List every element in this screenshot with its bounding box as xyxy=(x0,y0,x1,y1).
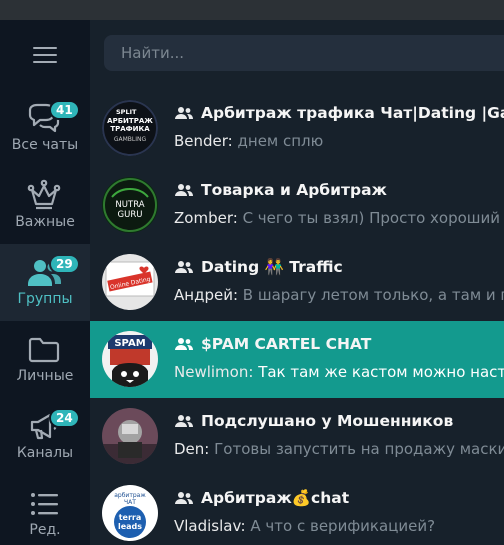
chat-preview: Bender: днем сплю xyxy=(174,132,504,150)
message-text: Готовы запустить на продажу маски, если xyxy=(214,440,504,458)
avatar-text: ТРАФИКА xyxy=(110,125,150,133)
folder-label: Ред. xyxy=(29,522,61,538)
folder-personal[interactable]: Личные xyxy=(0,321,90,398)
chat-title: Арбитраж💰chat xyxy=(201,489,350,507)
chat-avatar: арбитраж ЧАТ terra leads xyxy=(102,485,158,541)
chat-avatar: SPAM xyxy=(102,331,158,387)
chat-avatar xyxy=(102,408,158,464)
folder-groups[interactable]: 29 Группы xyxy=(0,244,90,321)
folder-channels[interactable]: 24 Каналы xyxy=(0,398,90,475)
chat-row[interactable]: Подслушано у Мошенников Den: Готовы запу… xyxy=(90,398,504,475)
folder-important[interactable]: Важные xyxy=(0,167,90,244)
chat-title-row: Товарка и Арбитраж xyxy=(174,179,504,201)
chat-row[interactable]: арбитраж ЧАТ terra leads Арбитраж💰chat V… xyxy=(90,475,504,545)
chat-title: Dating 👫 Traffic xyxy=(201,258,343,276)
chat-title: $PAM CARTEL CHAT xyxy=(201,335,372,353)
chat-title-row: Подслушано у Мошенников xyxy=(174,410,504,432)
chat-title-row: Арбитраж трафика Чат|Dating |Gambling xyxy=(174,102,504,124)
folder-label: Все чаты xyxy=(11,137,79,153)
message-text: Так там же кастом можно настроить xyxy=(258,363,504,381)
chat-preview: Vladislav: А что с верификацией? xyxy=(174,517,504,535)
group-icon xyxy=(175,338,193,350)
avatar-text: ЧАТ xyxy=(124,499,136,506)
folder-edit[interactable]: Ред. xyxy=(0,475,90,545)
search-input[interactable] xyxy=(104,35,504,71)
chat-title: Арбитраж трафика Чат|Dating |Gambling xyxy=(201,104,504,122)
avatar-text: leads xyxy=(118,522,142,531)
chat-row[interactable]: SPLIT АРБИТРАЖ ТРАФИКА GAMBLING Арбитраж… xyxy=(90,90,504,167)
avatar-text: SPAM xyxy=(114,338,145,349)
chat-row-selected[interactable]: SPAM $PAM CARTEL CHAT Newlimon: Так там … xyxy=(90,321,504,398)
avatar-text: GAMBLING xyxy=(114,136,147,143)
chat-title-row: Dating 👫 Traffic xyxy=(174,256,504,278)
avatar-text: АРБИТРАЖ xyxy=(107,117,153,125)
crown-icon xyxy=(24,177,64,215)
group-icon xyxy=(175,415,193,427)
unread-badge: 24 xyxy=(49,408,80,428)
avatar-text: NUTRA xyxy=(115,200,144,210)
group-icon xyxy=(175,184,193,196)
folder-all-chats[interactable]: 41 Все чаты xyxy=(0,90,90,167)
message-text: С чего ты взял) Просто хороший оффер xyxy=(242,209,504,227)
unread-badge: 41 xyxy=(49,100,80,120)
message-sender: Zomber: xyxy=(174,209,238,227)
message-text: В шарагу летом только, а там и гараж xyxy=(242,286,504,304)
chat-list-panel: SPLIT АРБИТРАЖ ТРАФИКА GAMBLING Арбитраж… xyxy=(90,20,504,545)
avatar-text: SPLIT xyxy=(116,108,137,116)
window-top-strip xyxy=(0,0,504,20)
chat-preview: Den: Готовы запустить на продажу маски, … xyxy=(174,440,504,458)
search-box xyxy=(104,35,504,71)
main-menu-button[interactable] xyxy=(0,20,90,90)
chat-title: Товарка и Арбитраж xyxy=(201,181,387,199)
message-sender: Андрей: xyxy=(174,286,238,304)
unread-badge: 29 xyxy=(49,254,80,274)
chat-preview: Newlimon: Так там же кастом можно настро… xyxy=(174,363,504,381)
avatar-text: terra xyxy=(119,513,142,522)
avatar-text: GURU xyxy=(118,210,143,220)
folder-label: Личные xyxy=(16,368,74,384)
avatar-text: арбитраж xyxy=(114,492,146,499)
group-icon xyxy=(175,492,193,504)
group-icon xyxy=(175,261,193,273)
chat-preview: Zomber: С чего ты взял) Просто хороший о… xyxy=(174,209,504,227)
chat-avatar: NUTRA GURU xyxy=(102,177,158,233)
message-sender: Newlimon: xyxy=(174,363,254,381)
list-edit-icon xyxy=(24,485,64,523)
chat-preview: Андрей: В шарагу летом только, а там и г… xyxy=(174,286,504,304)
group-icon xyxy=(175,107,193,119)
folder-label: Группы xyxy=(17,291,73,307)
chat-title: Подслушано у Мошенников xyxy=(201,412,454,430)
chat-title-row: Арбитраж💰chat xyxy=(174,487,504,509)
folder-sidebar: 41 Все чаты Важные 29 Группы Личные 24 К… xyxy=(0,20,90,545)
hamburger-menu-icon xyxy=(33,47,57,63)
message-sender: Bender: xyxy=(174,132,233,150)
message-sender: Den: xyxy=(174,440,210,458)
message-sender: Vladislav: xyxy=(174,517,246,535)
chat-row[interactable]: NUTRA GURU Товарка и Арбитраж Zomber: С … xyxy=(90,167,504,244)
folder-label: Важные xyxy=(15,214,75,230)
chat-row[interactable]: Online Dating Dating 👫 Traffic Андрей: В… xyxy=(90,244,504,321)
folder-label: Каналы xyxy=(16,445,74,461)
chat-avatar: Online Dating xyxy=(102,254,158,310)
message-text: днем сплю xyxy=(237,132,324,150)
chat-avatar: SPLIT АРБИТРАЖ ТРАФИКА GAMBLING xyxy=(102,100,158,156)
chat-title-row: $PAM CARTEL CHAT xyxy=(174,333,504,355)
message-text: А что с верификацией? xyxy=(250,517,436,535)
folder-icon xyxy=(24,331,64,369)
